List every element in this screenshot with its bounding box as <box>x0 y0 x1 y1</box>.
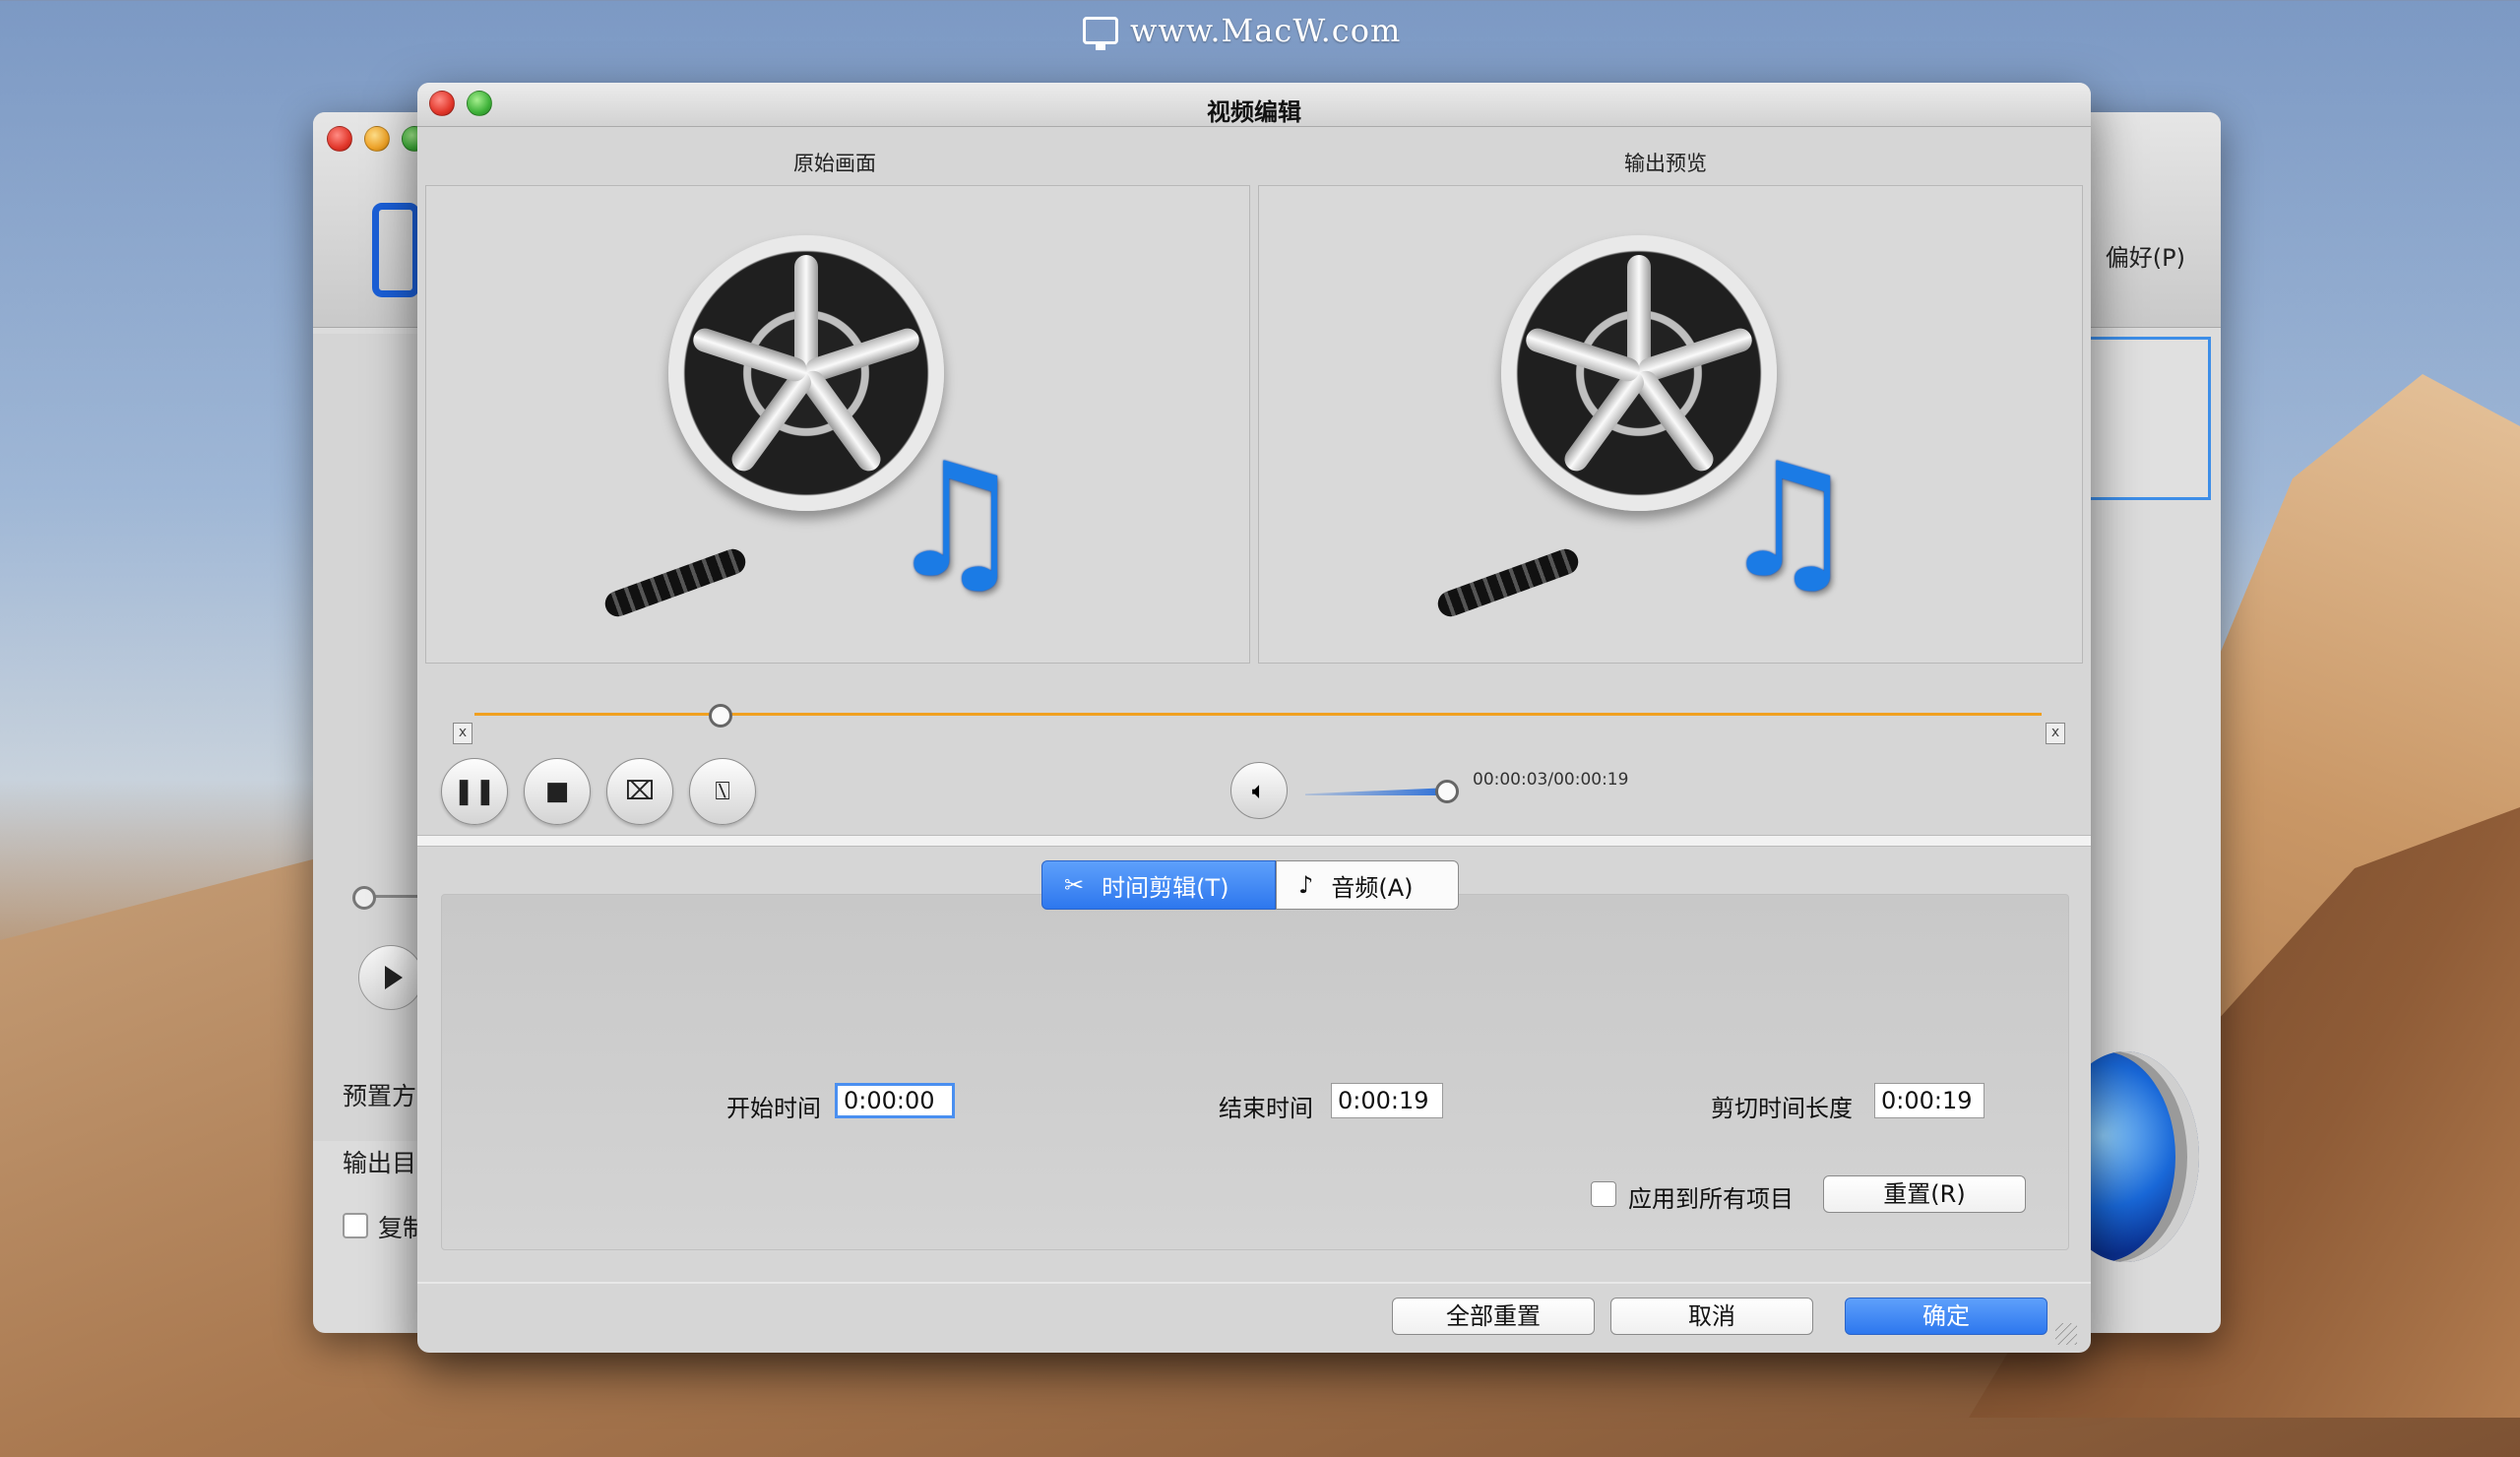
reel-spoke <box>726 365 816 476</box>
end-time-label: 结束时间 <box>1219 1095 1313 1122</box>
watermark: www.MacW.com <box>1083 6 1401 55</box>
music-note-icon: ♪ <box>1298 871 1314 899</box>
music-note-icon: ♫ <box>1718 428 1859 612</box>
set-start-button[interactable]: ⌧ <box>606 758 673 825</box>
film-strip-icon <box>601 545 749 620</box>
trim-end-icon: ⍂ <box>715 776 730 806</box>
cancel-button[interactable]: 取消 <box>1610 1298 1813 1335</box>
stop-button[interactable]: ■ <box>524 758 591 825</box>
seek-bar[interactable]: x x <box>421 689 2087 744</box>
start-time-field[interactable]: 0:00:00 <box>835 1083 955 1118</box>
dialog-title: 视频编辑 <box>1207 98 1301 126</box>
dialog-titlebar: 视频编辑 <box>417 83 2091 127</box>
film-strip-icon <box>1434 545 1582 620</box>
video-edit-dialog: 视频编辑 原始画面 输出预览 ♫ ♫ x x ❚❚ ■ ⌧ ⍂ 🔈︎ 00:00… <box>417 83 2091 1353</box>
tab-audio[interactable]: ♪ 音频(A) <box>1276 860 1459 910</box>
original-pane-label: 原始画面 <box>793 152 876 175</box>
tab-time-trim[interactable]: ✂ 时间剪辑(T) <box>1041 860 1276 910</box>
volume-slider-knob[interactable] <box>1434 780 1459 803</box>
preview-panel <box>2087 337 2211 500</box>
preview-pane-label: 输出预览 <box>1624 152 1707 175</box>
reel-spoke <box>794 255 818 373</box>
set-end-button[interactable]: ⍂ <box>689 758 756 825</box>
trim-start-icon: ⌧ <box>625 777 655 806</box>
apply-all-checkbox[interactable] <box>1591 1181 1616 1207</box>
preset-label: 预置方 <box>343 1082 417 1110</box>
duration-field[interactable]: 0:00:19 <box>1874 1083 1984 1118</box>
preferences-button[interactable]: 偏好(P) <box>2106 238 2185 273</box>
window-controls <box>327 126 427 152</box>
resize-grip-icon[interactable] <box>2055 1323 2077 1345</box>
split-divider[interactable] <box>417 835 2091 847</box>
end-time-field[interactable]: 0:00:19 <box>1331 1083 1443 1118</box>
reel-spoke <box>690 325 810 385</box>
volume-slider-track[interactable] <box>1305 788 1451 795</box>
reset-all-button[interactable]: 全部重置 <box>1392 1298 1595 1335</box>
tab-audio-label: 音频(A) <box>1331 873 1414 902</box>
start-time-label: 开始时间 <box>726 1095 821 1122</box>
ok-button[interactable]: 确定 <box>1845 1298 2048 1335</box>
reset-button[interactable]: 重置(R) <box>1823 1175 2026 1213</box>
copy-checkbox[interactable] <box>343 1213 368 1238</box>
play-button[interactable] <box>358 945 423 1010</box>
trim-start-marker[interactable]: x <box>453 723 472 744</box>
output-label: 输出目 <box>343 1149 417 1177</box>
footer-separator <box>417 1282 2091 1284</box>
music-note-icon: ♫ <box>885 428 1027 612</box>
apply-all-label: 应用到所有项目 <box>1628 1185 1794 1213</box>
volume-button[interactable]: 🔈︎ <box>1230 762 1288 819</box>
scissors-icon: ✂ <box>1064 871 1085 899</box>
output-preview-pane: ♫ <box>1258 185 2083 664</box>
trim-end-marker[interactable]: x <box>2046 723 2065 744</box>
close-button[interactable] <box>327 126 352 152</box>
stop-icon: ■ <box>544 777 570 806</box>
reel-spoke <box>1627 255 1651 373</box>
watermark-text: www.MacW.com <box>1130 12 1402 49</box>
original-video-pane: ♫ <box>425 185 1250 664</box>
duration-label: 剪切时间长度 <box>1711 1095 1853 1122</box>
seek-knob[interactable] <box>708 704 732 728</box>
source-list-panel <box>313 334 421 1141</box>
tab-time-trim-label: 时间剪辑(T) <box>1102 873 1229 902</box>
speaker-icon: 🔈︎ <box>1251 777 1267 804</box>
app-logo-icon <box>372 203 419 297</box>
reel-spoke <box>1559 365 1649 476</box>
pause-icon: ❚❚ <box>453 777 496 806</box>
minimize-button[interactable] <box>364 126 390 152</box>
timecode-readout: 00:00:03/00:00:19 <box>1473 770 1629 790</box>
reel-spoke <box>1523 325 1643 385</box>
slider-knob[interactable] <box>352 886 376 910</box>
monitor-icon <box>1083 17 1118 50</box>
edit-tabs: ✂ 时间剪辑(T) ♪ 音频(A) <box>1041 860 1459 910</box>
pause-button[interactable]: ❚❚ <box>441 758 508 825</box>
